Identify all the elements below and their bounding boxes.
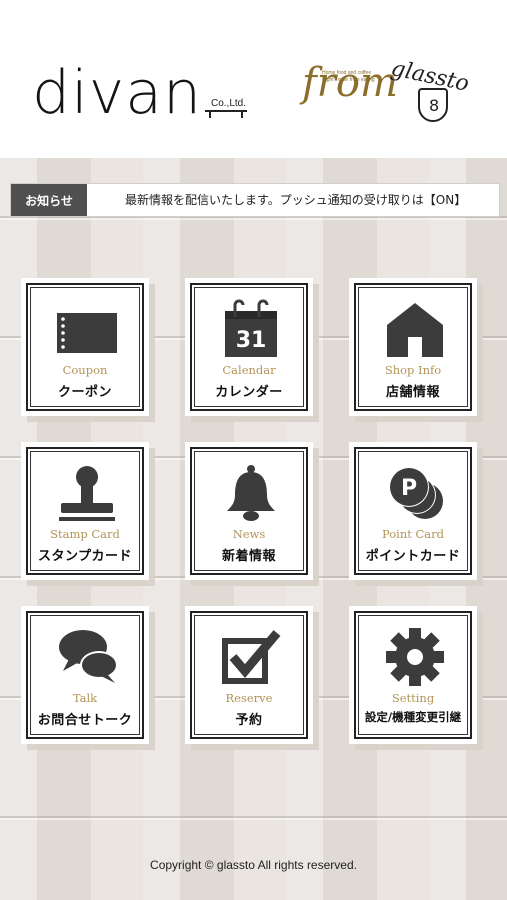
calendar-day-number: 31 bbox=[236, 328, 267, 353]
tile-label-en: Calendar bbox=[222, 363, 276, 377]
glassto-badge-icon: 8 bbox=[418, 88, 448, 122]
menu-tile-point-card[interactable]: P Point Card ポイントカード bbox=[349, 442, 477, 580]
tile-label-ja: お問合せトーク bbox=[37, 713, 133, 728]
menu-tile-stamp-card[interactable]: Stamp Card スタンプカード bbox=[21, 442, 149, 580]
tile-label-en: News bbox=[232, 527, 266, 541]
tile-label-ja: 新着情報 bbox=[221, 549, 276, 564]
tile-label-ja: 予約 bbox=[235, 713, 263, 728]
notice-bar[interactable]: お知らせ 最新情報を配信いたします。プッシュ通知の受け取りは【ON】 bbox=[10, 183, 500, 217]
menu-tile-reserve[interactable]: Reserve 予約 bbox=[185, 606, 313, 744]
stamp-icon bbox=[59, 466, 115, 521]
tile-label-en: Talk bbox=[72, 691, 98, 705]
menu-tile-setting[interactable]: Setting 設定/機種変更引継 bbox=[349, 606, 477, 744]
tile-label-en: Stamp Card bbox=[50, 527, 120, 541]
tile-label-en: Setting bbox=[391, 691, 435, 705]
notice-label: お知らせ bbox=[11, 184, 87, 216]
tile-label-en: Shop Info bbox=[384, 363, 442, 377]
divan-logo-suffix: Co.,Ltd. bbox=[211, 98, 247, 109]
from-logo-tagline: Home food and coffee Night inside from e… bbox=[322, 70, 375, 83]
bench-mark bbox=[205, 110, 247, 118]
gear-icon bbox=[386, 628, 444, 686]
calendar-icon: 31 bbox=[225, 299, 277, 357]
menu-tile-calendar[interactable]: 31 Calendar カレンダー bbox=[185, 278, 313, 416]
menu-tile-news[interactable]: News 新着情報 bbox=[185, 442, 313, 580]
tile-label-ja: スタンプカード bbox=[37, 549, 133, 564]
notice-ticker-text[interactable]: 最新情報を配信いたします。プッシュ通知の受け取りは【ON】 bbox=[125, 184, 466, 216]
menu-tile-shop-info[interactable]: Shop Info 店舗情報 bbox=[349, 278, 477, 416]
app-header: divan Co.,Ltd. from Home food and coffee… bbox=[0, 0, 507, 158]
tile-label-en: Point Card bbox=[381, 527, 445, 541]
shop-house-icon bbox=[387, 303, 443, 357]
tile-label-ja: ポイントカード bbox=[365, 549, 461, 564]
tile-label-ja: 設定/機種変更引継 bbox=[364, 710, 462, 724]
bell-icon bbox=[227, 465, 275, 521]
chat-bubbles-icon bbox=[59, 630, 117, 683]
checkbox-check-icon bbox=[222, 630, 281, 684]
point-coins-icon: P bbox=[389, 467, 443, 519]
menu-tile-talk[interactable]: Talk お問合せトーク bbox=[21, 606, 149, 744]
tile-label-ja: クーポン bbox=[57, 385, 112, 400]
tile-label-en: Coupon bbox=[62, 363, 108, 377]
coin-letter: P bbox=[401, 476, 417, 501]
tile-label-ja: カレンダー bbox=[215, 385, 283, 400]
divan-logo: divan bbox=[32, 58, 203, 128]
tile-label-ja: 店舗情報 bbox=[385, 385, 440, 400]
menu-tile-coupon[interactable]: Coupon クーポン bbox=[21, 278, 149, 416]
tile-label-en: Reserve bbox=[225, 691, 273, 705]
copyright-text: Copyright © glassto All rights reserved. bbox=[150, 858, 357, 872]
coupon-ticket-icon bbox=[57, 313, 117, 353]
